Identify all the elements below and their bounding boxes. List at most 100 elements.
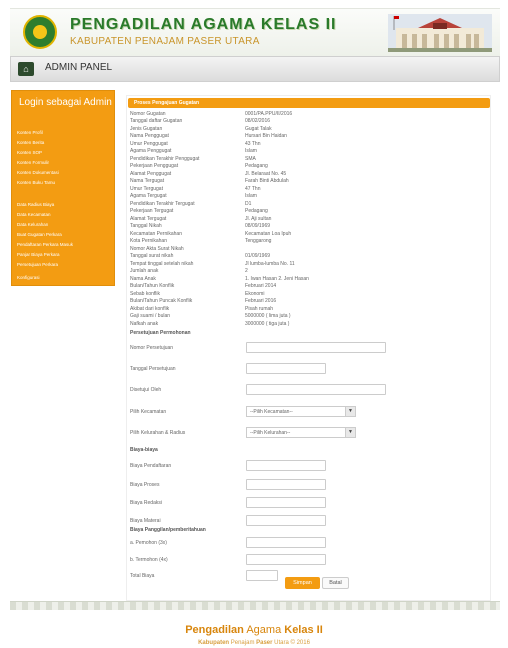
simpan-button[interactable]: Simpan [285,577,320,589]
court-logo-icon [23,15,57,49]
batal-button[interactable]: Batal [322,577,349,589]
tanggal-persetujuan-label: Tanggal Persetujuan [130,366,176,372]
detail-label: Nomor Gugatan [130,111,166,117]
detail-label: Kecamatan Pernikahan [130,231,182,237]
footer-copy-part: Penajam [229,640,257,646]
chevron-down-icon: ▼ [345,407,355,416]
court-building-icon [388,14,492,52]
detail-value: 3000000 ( tiga juta ) [245,321,290,327]
panel-title: Proses Pengajuan Gugatan [134,100,200,106]
sidebar-item-panjar-biaya[interactable]: Panjar Biaya Perkara [17,252,60,257]
detail-value: Farah Binti Abdulah [245,178,289,184]
biaya-pendaftaran-label: Biaya Pendaftaran [130,463,172,469]
detail-label: Gaji suami / bulan [130,313,171,319]
disetujui-oleh-label: Disetujui Oleh [130,387,162,393]
kelurahan-select[interactable]: --Pilih Kelurahan-- ▼ [246,427,356,438]
panel-header: Proses Pengajuan Gugatan [128,98,490,108]
detail-value: D1 [245,201,252,207]
disetujui-oleh-input[interactable] [246,384,386,395]
login-title: Login sebagai Admin [19,97,112,108]
detail-value: 5000000 ( lima juta ) [245,313,291,319]
tanggal-persetujuan-input[interactable] [246,363,326,374]
detail-value: Tenggarong [245,238,272,244]
section-persetujuan: Persetujuan Permohonan [130,330,191,336]
kecamatan-select[interactable]: --Pilih Kecamatan-- ▼ [246,406,356,417]
detail-label: Pekerjaan Penggugat [130,163,179,169]
footer-title-part: Agama [243,624,285,636]
detail-value: 47 Thn [245,186,261,192]
detail-value: SMA [245,156,256,162]
sidebar-item-konten-sop[interactable]: Konten SOP [17,150,42,155]
detail-label: Tempat tinggal setelah nikah [130,261,194,267]
kelurahan-select-value: --Pilih Kelurahan-- [250,430,291,436]
biaya-redaksi-input[interactable] [246,497,326,508]
detail-label: Agama Penggugat [130,148,172,154]
admin-topbar: ⌂ ADMIN PANEL [10,56,500,82]
biaya-redaksi-label: Biaya Redaksi [130,500,162,506]
termohon-input[interactable] [246,554,326,565]
detail-label: Nama Anak [130,276,156,282]
total-biaya-input[interactable] [246,570,278,581]
detail-value: Hursari Bin Haidan [245,133,287,139]
sidebar-item-pendaftaran-perkara[interactable]: Pendaftaran Perkara Masuk [17,242,73,247]
detail-value: Februari 2014 [245,283,277,289]
pemohon-input[interactable] [246,537,326,548]
sidebar-item-konten-buku-tamu[interactable]: Konten Buku Tamu [17,180,55,185]
detail-label: Nomor Akta Surat Nikah [130,246,184,252]
detail-value: Februari 2016 [245,298,277,304]
admin-panel-label: ADMIN PANEL [45,62,113,73]
detail-label: Nafkah anak [130,321,159,327]
detail-label: Tanggal surat nikah [130,253,174,259]
detail-value: 1. Iwan Hasan 2. Jeni Hasan [245,276,309,282]
sidebar-item-konten-dokumentasi[interactable]: Konten Dokumentasi [17,170,59,175]
footer-title: Pengadilan Agama Kelas II [0,624,508,636]
detail-label: Tanggal daftar Gugatan [130,118,183,124]
home-icon[interactable]: ⌂ [18,62,34,76]
footer-copyright: Kabupaten Penajam Paser Utara © 2016 [0,640,508,646]
detail-value: Jl. Aji sultan [245,216,272,222]
footer-copy-part: Kabupaten [198,640,230,646]
biaya-proses-input[interactable] [246,479,326,490]
section-panggilan: Biaya Panggilan/pemberitahuan [130,527,206,533]
detail-value: 2 [245,268,248,274]
detail-label: Bulan/Tahun Puncak Konflik [130,298,193,304]
detail-value: Jl lumba-lumba No. 11 [245,261,295,267]
detail-value: 08/02/2016 [245,118,271,124]
detail-label: Alamat Penggugat [130,171,172,177]
sidebar-item-konfigurasi[interactable]: Konfigurasi [17,275,40,280]
detail-value: Islam [245,148,257,154]
biaya-materai-input[interactable] [246,515,326,526]
detail-label: Sebab konflik [130,291,161,297]
detail-label: Jumlah anak [130,268,159,274]
detail-value: 43 Thn [245,141,261,147]
detail-value: Jl. Belaraat No. 45 [245,171,287,177]
sidebar-item-konten-formulir[interactable]: Konten Formulir [17,160,49,165]
sidebar-item-buat-gugatan[interactable]: Buat Gugatan Perkara [17,232,62,237]
detail-value: Pedagang [245,163,268,169]
sidebar-item-konten-profil[interactable]: Konten Profil [17,130,43,135]
pilih-kecamatan-label: Pilih Kecamatan [130,409,167,415]
sidebar-item-data-kecamatan[interactable]: Data Kecamatan [17,212,51,217]
biaya-pendaftaran-input[interactable] [246,460,326,471]
sidebar-item-logout[interactable]: Logout [17,300,31,305]
detail-value: Pisah rumah [245,306,274,312]
footer-title-part: Pengadilan [185,624,244,636]
detail-label: Tanggal Nikah [130,223,162,229]
footer-copy-part: Utara © 2016 [272,640,310,646]
footer-copy-part: Paser [256,640,273,646]
nomor-persetujuan-label: Nomor Persetujuan [130,345,174,351]
sidebar-item-data-radius-biaya[interactable]: Data Radius Biaya [17,202,54,207]
detail-label: Nama Tergugat [130,178,165,184]
detail-label: Pekerjaan Tergugat [130,208,174,214]
sidebar-item-data-kelurahan[interactable]: Data Kelurahan [17,222,48,227]
footer-band [10,601,500,610]
detail-value: Gugat Talak [245,126,272,132]
nomor-persetujuan-input[interactable] [246,342,386,353]
sidebar-item-persetujuan-perkara[interactable]: Persetujuan Perkara [17,262,58,267]
detail-label: Akibat dari konflik [130,306,170,312]
sidebar-item-konten-berita[interactable]: Konten Berita [17,140,44,145]
sidebar-item-akun-baru[interactable]: Akun Baru [17,290,38,295]
site-header: PENGADILAN AGAMA KELAS II KABUPATEN PENA… [10,8,500,56]
detail-label: Pendidikan Terakhir Penggugat [130,156,200,162]
site-subtitle: KABUPATEN PENAJAM PASER UTARA [70,36,260,47]
